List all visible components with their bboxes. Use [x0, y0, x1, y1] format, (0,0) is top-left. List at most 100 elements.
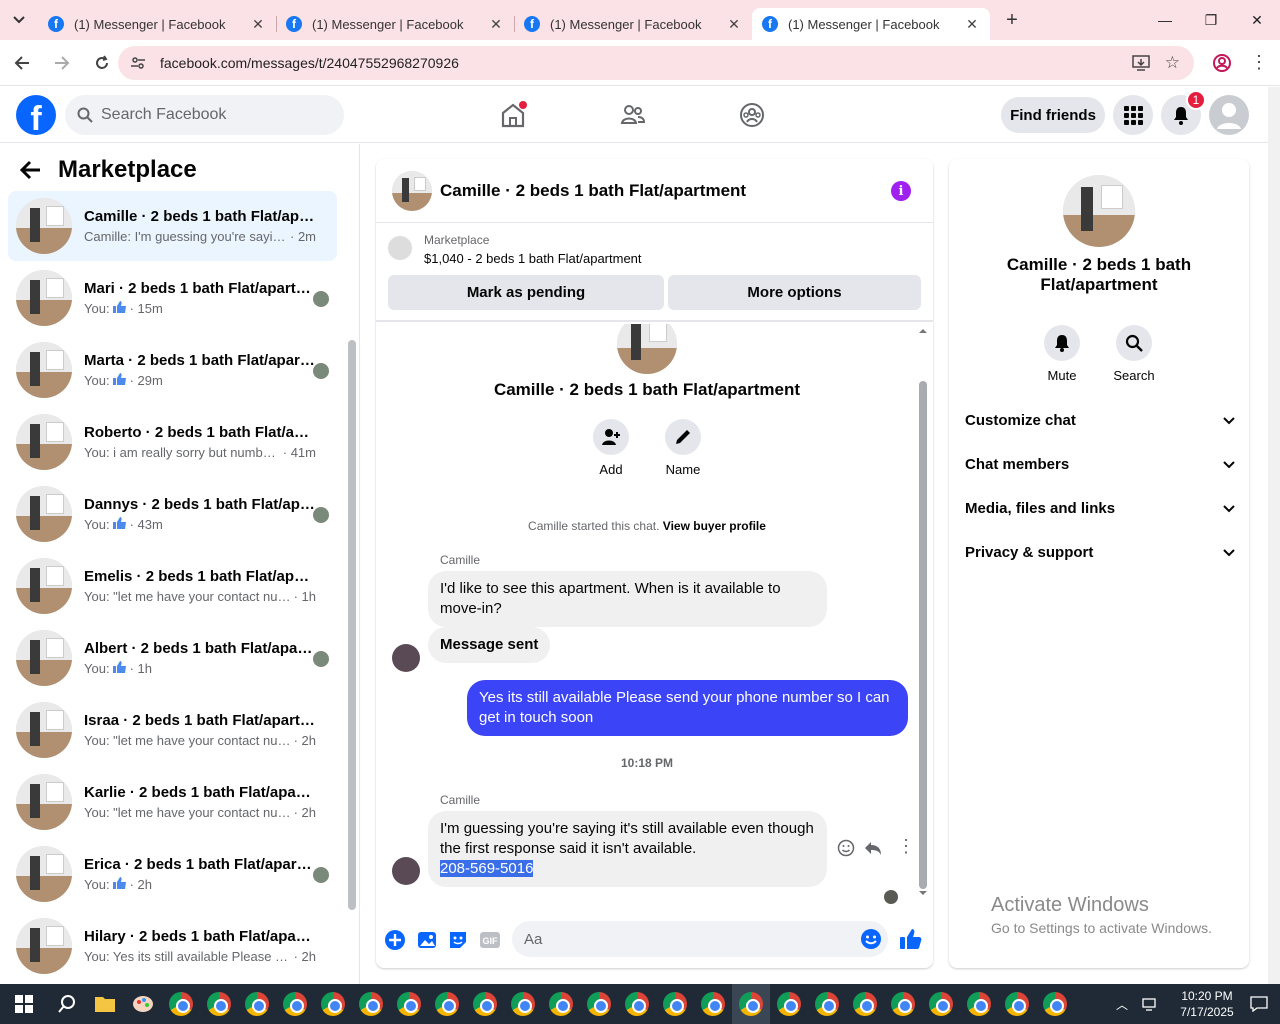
home-nav-icon[interactable] — [495, 97, 531, 133]
browser-tab-4-active[interactable]: f (1) Messenger | Facebook ✕ — [752, 8, 990, 40]
menu-grid-icon[interactable] — [1113, 95, 1153, 135]
more-actions-icon[interactable]: ⋮ — [897, 836, 915, 857]
conversation-item[interactable]: Marta · 2 beds 1 bath Flat/apartment You:… — [8, 335, 337, 405]
chrome-taskbar-icon[interactable] — [200, 984, 238, 1024]
view-buyer-profile-link[interactable]: View buyer profile — [663, 519, 766, 533]
minimize-button[interactable]: — — [1142, 0, 1188, 40]
chrome-taskbar-icon[interactable] — [314, 984, 352, 1024]
conversation-item[interactable]: Erica · 2 beds 1 bath Flat/apartment You:… — [8, 839, 337, 909]
more-options-button[interactable]: More options — [668, 275, 921, 310]
chat-avatar[interactable] — [392, 170, 432, 211]
chrome-taskbar-icon[interactable] — [238, 984, 276, 1024]
install-app-icon[interactable] — [1132, 54, 1150, 72]
chat-scrollbar[interactable] — [919, 327, 927, 897]
conversation-item[interactable]: Camille · 2 beds 1 bath Flat/apartment Ca… — [8, 191, 337, 261]
chrome-taskbar-icon[interactable] — [770, 984, 808, 1024]
sender-avatar[interactable] — [392, 644, 420, 672]
close-tab-icon[interactable]: ✕ — [488, 16, 504, 33]
media-files-links-section[interactable]: Media, files and links — [965, 500, 1235, 517]
message-input[interactable]: Aa — [512, 921, 888, 957]
browser-tab-1[interactable]: f (1) Messenger | Facebook ✕ — [38, 8, 277, 40]
outgoing-message[interactable]: Yes its still available Please send your… — [467, 680, 908, 736]
react-emoji-icon[interactable] — [837, 839, 855, 857]
chrome-taskbar-icon[interactable] — [694, 984, 732, 1024]
back-button[interactable] — [4, 45, 40, 81]
photo-icon[interactable] — [416, 929, 438, 951]
close-tab-icon[interactable]: ✕ — [726, 16, 742, 33]
chrome-taskbar-icon[interactable] — [1036, 984, 1074, 1024]
back-arrow-icon[interactable] — [20, 160, 42, 180]
conversation-item[interactable]: Hilary · 2 beds 1 bath Flat/apartment You… — [8, 911, 337, 981]
facebook-search-input[interactable]: Search Facebook — [65, 95, 344, 135]
listing-price[interactable]: $1,040 - 2 beds 1 bath Flat/apartment — [424, 251, 642, 266]
search-in-chat-button[interactable]: Search — [1104, 325, 1164, 383]
conversation-item[interactable]: Israa · 2 beds 1 bath Flat/apartment You:… — [8, 695, 337, 765]
paint-app-icon[interactable] — [124, 984, 162, 1024]
chrome-taskbar-icon[interactable] — [428, 984, 466, 1024]
list-scrollbar[interactable] — [348, 340, 356, 910]
emoji-icon[interactable] — [860, 928, 882, 950]
chrome-taskbar-icon[interactable] — [960, 984, 998, 1024]
profile-icon[interactable] — [1212, 53, 1232, 73]
conversation-item[interactable]: Roberto · 2 beds 1 bath Flat/apartment Yo… — [8, 407, 337, 477]
conversation-item[interactable]: Dannys · 2 beds 1 bath Flat/apartment You… — [8, 479, 337, 549]
account-avatar[interactable] — [1209, 95, 1249, 135]
chrome-taskbar-icon[interactable] — [808, 984, 846, 1024]
friends-nav-icon[interactable] — [615, 97, 651, 133]
show-hidden-icons-chevron-icon[interactable]: ︿ — [1116, 996, 1128, 1013]
groups-nav-icon[interactable] — [734, 97, 770, 133]
browser-menu-icon[interactable]: ⋮ — [1250, 52, 1268, 73]
site-info-icon[interactable] — [130, 55, 146, 71]
like-thumb-icon[interactable] — [899, 927, 923, 951]
chrome-taskbar-icon[interactable] — [504, 984, 542, 1024]
bookmark-star-icon[interactable]: ☆ — [1165, 53, 1180, 73]
search-icon[interactable] — [48, 984, 86, 1024]
chrome-taskbar-icon[interactable] — [732, 984, 770, 1024]
conversation-item[interactable]: Karlie · 2 beds 1 bath Flat/apartment You… — [8, 767, 337, 837]
chrome-taskbar-icon[interactable] — [884, 984, 922, 1024]
browser-tab-3[interactable]: f (1) Messenger | Facebook ✕ — [514, 8, 752, 40]
close-tab-icon[interactable]: ✕ — [964, 16, 980, 33]
conversation-item[interactable]: Mari · 2 beds 1 bath Flat/apartment You: ·… — [8, 263, 337, 333]
close-tab-icon[interactable]: ✕ — [250, 16, 266, 33]
sender-avatar[interactable] — [392, 857, 420, 885]
find-friends-button[interactable]: Find friends — [1001, 97, 1105, 133]
add-people-button[interactable]: Add — [581, 419, 641, 477]
incoming-message[interactable]: I'm guessing you're saying it's still av… — [428, 811, 827, 887]
chrome-taskbar-icon[interactable] — [352, 984, 390, 1024]
chrome-taskbar-icon[interactable] — [580, 984, 618, 1024]
browser-tab-2[interactable]: f (1) Messenger | Facebook ✕ — [276, 8, 515, 40]
url-bar[interactable]: facebook.com/messages/t/2404755296827092… — [118, 46, 1194, 80]
close-window-button[interactable]: ✕ — [1234, 0, 1280, 40]
reload-button[interactable] — [84, 45, 120, 81]
edit-name-button[interactable]: Name — [653, 419, 713, 477]
chrome-taskbar-icon[interactable] — [276, 984, 314, 1024]
tab-search-chevron-icon[interactable] — [0, 0, 38, 40]
details-avatar[interactable] — [1063, 175, 1135, 247]
chrome-taskbar-icon[interactable] — [466, 984, 504, 1024]
sticker-icon[interactable] — [447, 929, 469, 951]
selected-phone-number[interactable]: 208-569-5016 — [440, 860, 534, 877]
customize-chat-section[interactable]: Customize chat — [965, 412, 1235, 429]
conversation-item[interactable]: Albert · 2 beds 1 bath Flat/apartment You… — [8, 623, 337, 693]
notification-center-icon[interactable] — [1250, 996, 1268, 1012]
gif-icon[interactable]: GIF — [479, 929, 501, 951]
file-explorer-icon[interactable] — [86, 984, 124, 1024]
chrome-taskbar-icon[interactable] — [542, 984, 580, 1024]
info-icon[interactable]: i — [891, 181, 911, 201]
chrome-taskbar-icon[interactable] — [922, 984, 960, 1024]
privacy-support-section[interactable]: Privacy & support — [965, 544, 1235, 561]
reply-icon[interactable] — [864, 839, 882, 857]
plus-circle-icon[interactable] — [384, 929, 406, 951]
chrome-taskbar-icon[interactable] — [162, 984, 200, 1024]
windows-start-icon[interactable] — [0, 984, 48, 1024]
chrome-taskbar-icon[interactable] — [618, 984, 656, 1024]
mark-as-pending-button[interactable]: Mark as pending — [388, 275, 664, 310]
incoming-message[interactable]: I'd like to see this apartment. When is … — [428, 571, 827, 627]
chrome-taskbar-icon[interactable] — [846, 984, 884, 1024]
facebook-logo-icon[interactable]: f — [16, 95, 56, 135]
restore-button[interactable]: ❐ — [1188, 0, 1234, 40]
page-scrollbar[interactable] — [1268, 87, 1280, 984]
chrome-taskbar-icon[interactable] — [390, 984, 428, 1024]
forward-button[interactable] — [44, 45, 80, 81]
